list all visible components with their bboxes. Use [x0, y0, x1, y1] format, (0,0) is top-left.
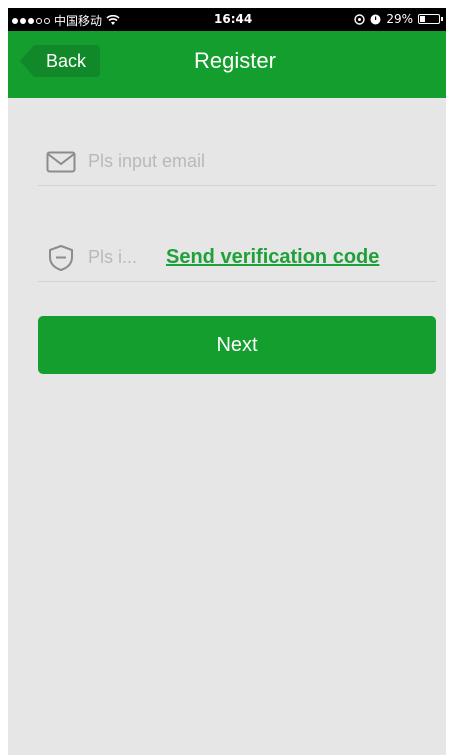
location-icon	[354, 13, 366, 25]
verification-code-row: Send verification code	[38, 234, 436, 282]
carrier-label: 中国移动	[54, 14, 103, 28]
send-verification-code-link[interactable]: Send verification code	[166, 246, 379, 269]
wifi-icon	[106, 15, 120, 25]
next-button[interactable]: Next	[38, 316, 436, 374]
battery-percent: 29%	[386, 12, 413, 26]
email-row	[38, 138, 436, 186]
status-left: 中国移动	[12, 12, 120, 29]
shield-icon	[44, 243, 78, 273]
envelope-icon	[44, 147, 78, 177]
status-right: 29%	[354, 12, 443, 26]
verification-code-input[interactable]	[88, 247, 158, 268]
battery-icon	[418, 14, 443, 24]
navigation-bar: Back Register	[8, 31, 446, 98]
status-bar: 中国移动 16:44 29%	[8, 8, 446, 31]
clock: 16:44	[214, 12, 253, 26]
email-input[interactable]	[88, 151, 408, 172]
signal-strength-icon	[12, 17, 50, 24]
alarm-icon	[370, 14, 381, 24]
app-screen: 中国移动 16:44 29% Back Register Pls input e…	[8, 8, 446, 755]
page-title: Register	[194, 48, 276, 73]
